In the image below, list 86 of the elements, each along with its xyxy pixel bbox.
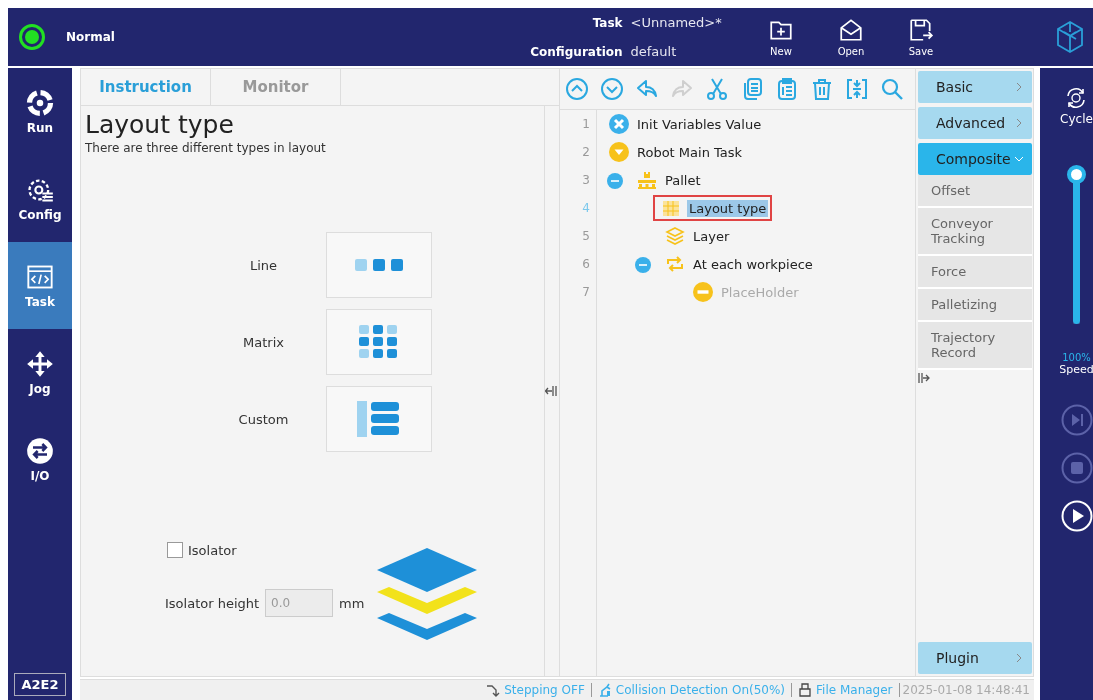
category-header[interactable]: Advanced	[918, 107, 1032, 139]
instruction-description: There are three different types in layout	[85, 141, 327, 155]
target-icon	[26, 88, 54, 117]
task-label: Task	[591, 15, 623, 30]
tree-item[interactable]: Pallet	[633, 167, 707, 193]
grid-icon	[661, 198, 681, 218]
configuration-label: Configuration	[529, 44, 623, 59]
move-arrows-icon	[26, 349, 54, 378]
isolator-label: Isolator	[188, 542, 237, 558]
cycle-mode-button[interactable]: Cycle	[1060, 86, 1093, 126]
line-number: 5	[581, 228, 591, 245]
chevron-right-icon	[1014, 118, 1024, 128]
trash-icon[interactable]	[810, 77, 834, 101]
category-header[interactable]: Plugin	[918, 642, 1032, 675]
tree-item[interactable]: Robot Main Task	[605, 139, 749, 165]
cube-logo-icon	[1055, 20, 1085, 54]
collapse-handle-icon[interactable]	[545, 385, 557, 397]
task-name: <Unnamed>*	[630, 15, 723, 30]
loop-arrows-icon	[665, 254, 685, 274]
status-indicator-icon	[18, 23, 46, 51]
line-number: 4	[581, 200, 591, 217]
placeholder-icon	[693, 282, 713, 302]
status-text: Normal	[66, 30, 116, 44]
nav-item[interactable]: Config	[8, 155, 72, 242]
tree-item[interactable]: At each workpiece	[661, 251, 819, 277]
swap-arrows-icon	[26, 436, 54, 465]
clipboard-icon[interactable]	[775, 77, 799, 101]
speed-label: Speed	[1059, 363, 1093, 376]
date-time: 2025-01-08 14:48:41	[901, 683, 1030, 697]
configuration-name: default	[630, 44, 678, 59]
isolator-height-label: Isolator height	[165, 595, 260, 611]
expand-handle-icon[interactable]	[918, 372, 930, 384]
layout-label: Line	[248, 257, 279, 273]
instruction-title: Layout type	[85, 110, 235, 139]
chevron-down-icon	[1014, 154, 1024, 164]
category-header[interactable]: Composite	[918, 143, 1032, 175]
palette-item[interactable]: Conveyor Tracking	[918, 208, 1032, 256]
open-button[interactable]: Open	[816, 17, 886, 57]
variable-icon	[609, 114, 629, 134]
category-header[interactable]: Basic	[918, 71, 1032, 103]
floppy-disk-icon	[908, 17, 934, 43]
collapse-toggle-icon[interactable]	[607, 173, 623, 189]
isolator-checkbox[interactable]	[167, 542, 183, 558]
search-icon[interactable]	[880, 77, 904, 101]
robot-arm-icon	[597, 683, 612, 697]
tree-item[interactable]: Layout type	[653, 195, 773, 221]
line-number: 6	[581, 256, 591, 273]
collapse-toggle-icon[interactable]	[635, 257, 651, 273]
task-icon	[609, 142, 629, 162]
line-number: 2	[581, 144, 591, 161]
save-button[interactable]: Save	[886, 17, 956, 57]
speed-reading: 100%	[1062, 352, 1091, 363]
palette-item[interactable]: Offset	[918, 175, 1032, 208]
layout-label: Matrix	[242, 334, 285, 350]
layout-option[interactable]	[326, 232, 432, 298]
usb-drive-icon	[798, 683, 813, 697]
tree-item[interactable]: Layer	[661, 223, 736, 249]
chevron-right-icon	[1014, 82, 1024, 92]
palette-item[interactable]: Force	[918, 256, 1032, 289]
play-icon[interactable]	[1060, 500, 1093, 532]
palette-item[interactable]: Palletizing	[918, 289, 1032, 322]
line-number: 7	[581, 284, 591, 301]
new-button[interactable]: New	[746, 17, 816, 57]
pallet-icon	[637, 170, 657, 190]
nav-item[interactable]: Task	[8, 242, 72, 329]
layout-option[interactable]	[326, 309, 432, 375]
scissors-icon[interactable]	[705, 77, 729, 101]
nav-item[interactable]: Run	[8, 68, 72, 155]
slider-thumb[interactable]	[1067, 165, 1086, 184]
tree-item[interactable]: Init Variables Value	[605, 111, 768, 137]
line-number: 1	[581, 116, 591, 133]
envelope-icon	[838, 17, 864, 43]
unit-label: mm	[339, 595, 365, 611]
device-badge: A2E2	[14, 673, 66, 696]
compress-icon[interactable]	[845, 77, 869, 101]
step-arrow-icon	[486, 683, 501, 697]
chevron-right-icon	[1014, 653, 1024, 664]
palette-item[interactable]: Trajectory Record	[918, 322, 1032, 370]
layers-icon	[665, 226, 685, 246]
layout-label: Custom	[237, 411, 290, 427]
chevron-down-icon[interactable]	[600, 77, 624, 101]
chevron-up-icon[interactable]	[565, 77, 589, 101]
line-number: 3	[581, 172, 591, 189]
layout-option[interactable]	[326, 386, 432, 452]
nav-item[interactable]: I/O	[8, 416, 72, 503]
nav-item[interactable]: Jog	[8, 329, 72, 416]
